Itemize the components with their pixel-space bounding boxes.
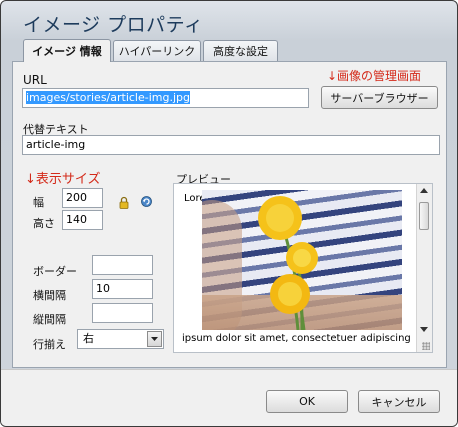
reset-size-icon[interactable] [140,193,153,207]
alt-text-input[interactable]: article-img [22,135,440,155]
scroll-down-icon[interactable] [420,327,428,332]
browser-annotation: ↓画像の管理画面 [327,69,422,83]
tab-image-info[interactable]: イメージ 情報 [23,39,111,62]
lock-icon[interactable] [119,194,129,209]
align-select[interactable]: 右 [77,329,164,349]
tab-advanced[interactable]: 高度な設定 [203,40,278,61]
align-label: 行揃え [33,338,66,351]
vspace-input[interactable] [92,303,153,323]
resize-grip-icon[interactable] [422,342,430,350]
height-input[interactable]: 140 [62,210,103,230]
preview-text-ipsum: ipsum dolor sit amet, consectetuer adipi… [182,333,411,344]
scroll-thumb[interactable] [419,202,429,230]
url-input[interactable]: images/stories/article-img.jpg [22,88,309,108]
tab-hyperlink[interactable]: ハイパーリンク [113,40,201,61]
align-value: 右 [83,332,94,345]
chevron-down-icon[interactable] [147,331,162,347]
cancel-button[interactable]: キャンセル [358,390,440,413]
url-value: images/stories/article-img.jpg [26,91,191,104]
image-properties-dialog: イメージ プロパティ イメージ 情報 ハイパーリンク 高度な設定 ↓画像の管理画… [0,0,458,427]
preview-image [202,190,402,330]
preview-pane: Lorem ipsum dolor sit amet, consectetuer… [173,183,433,353]
ok-button[interactable]: OK [266,390,348,413]
width-input[interactable]: 200 [62,188,103,208]
size-annotation: ↓表示サイズ [25,172,101,187]
height-label: 高さ [33,217,55,230]
url-label: URL [23,73,47,87]
scroll-up-icon[interactable] [420,188,428,193]
dialog-title: イメージ プロパティ [23,14,204,36]
vspace-label: 縦間隔 [33,313,66,326]
border-label: ボーダー [33,265,77,278]
hspace-label: 横間隔 [33,289,66,302]
border-input[interactable] [92,255,153,275]
width-label: 幅 [33,196,44,209]
preview-scrollbar[interactable] [416,184,432,352]
server-browser-button[interactable]: サーバーブラウザー [321,86,438,109]
hspace-input[interactable]: 10 [92,279,153,299]
